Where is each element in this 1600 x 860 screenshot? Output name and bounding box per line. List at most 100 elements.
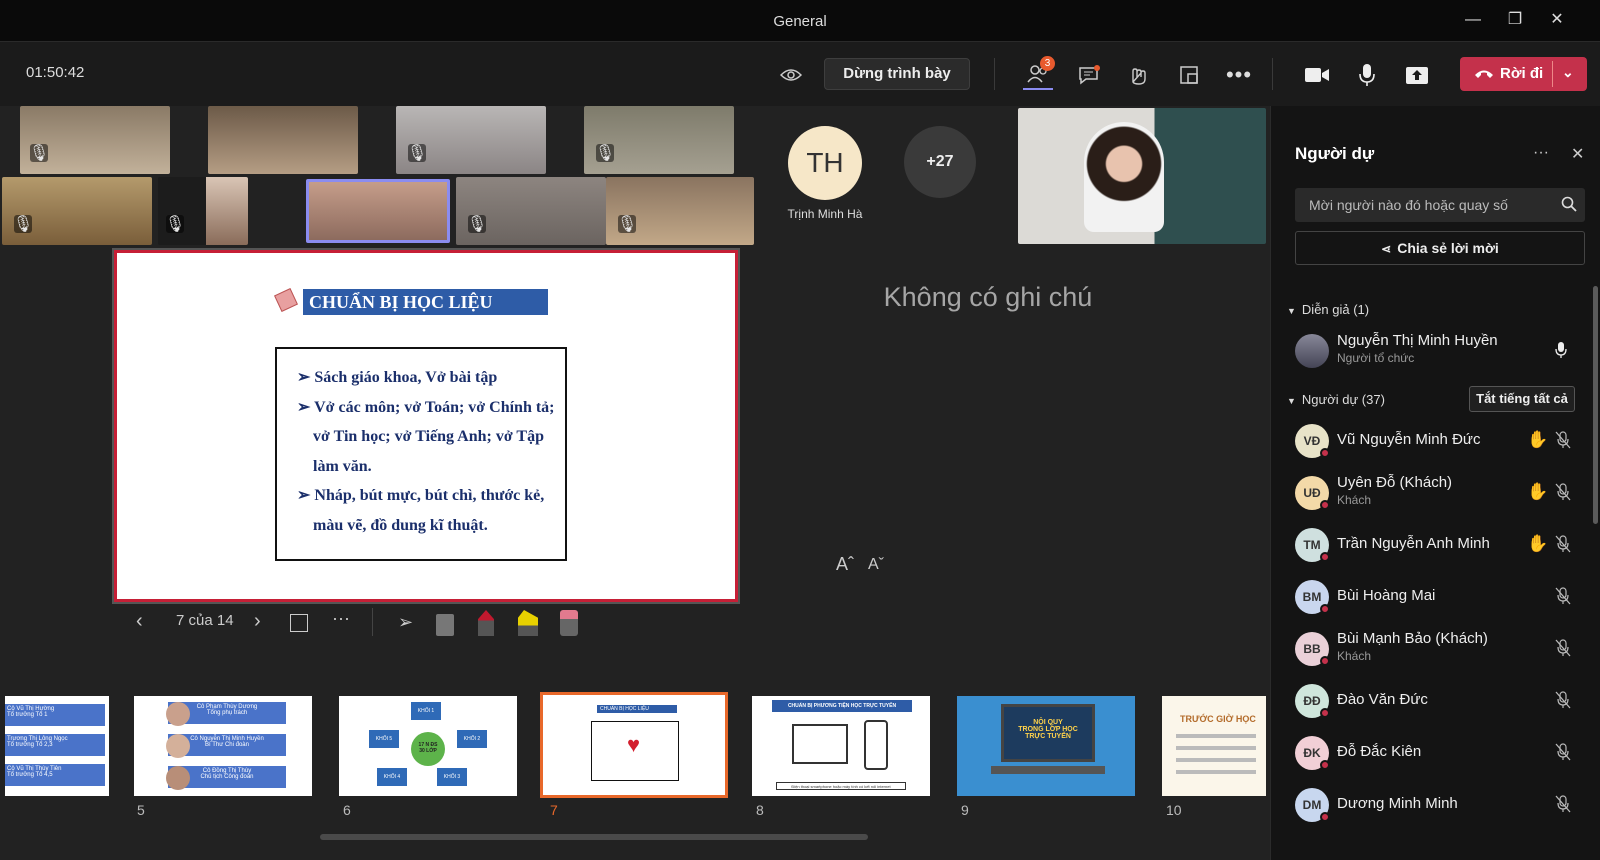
- slide-thumbnail[interactable]: Cô Vũ Thị Hường Tổ trưởng Tổ 1 Trương Thị…: [5, 696, 109, 796]
- previous-slide-icon[interactable]: ‹: [136, 610, 143, 633]
- share-invite-button[interactable]: ⋖ Chia sẻ lời mời: [1295, 231, 1585, 265]
- attendee-row[interactable]: ĐĐ Đào Văn Đức: [1295, 678, 1591, 724]
- slide-thumbnail[interactable]: Cô Phạm Thùy Dương Tổng phụ trách Cô Nguy…: [134, 696, 312, 796]
- attendee-row[interactable]: ĐK Đỗ Đắc Kiên: [1295, 730, 1591, 776]
- meeting-timer: 01:50:42: [26, 64, 85, 81]
- attendee-row[interactable]: DM Dương Minh Minh: [1295, 782, 1591, 828]
- highlighter-icon[interactable]: [518, 610, 538, 636]
- attendee-row[interactable]: UĐ Uyên Đỗ (Khách) Khách ✋: [1295, 470, 1591, 516]
- horizontal-scrollbar[interactable]: [320, 834, 868, 840]
- slide-thumbnail[interactable]: 17 N ĐS 30 LỚP KHỐI 1 KHỐI 2 KHỐI 3 KHỐI …: [339, 696, 517, 796]
- thumb-text: CHUẨN BỊ HỌC LIỆU: [597, 705, 677, 713]
- video-tile[interactable]: 🎙: [456, 177, 606, 245]
- status-dot: [1320, 552, 1330, 562]
- video-tile[interactable]: 🎙: [396, 106, 546, 174]
- mic-off-icon[interactable]: [1555, 535, 1571, 558]
- attendees-section-header[interactable]: ▼ Người dự (37): [1287, 392, 1385, 407]
- raised-hand-icon: ✋: [1527, 430, 1549, 449]
- slide-controls: ‹ 7 của 14 › ··· ➢: [114, 602, 738, 644]
- leave-button[interactable]: Rời đi ⌄: [1460, 57, 1587, 91]
- mic-off-icon: 🎙: [466, 215, 488, 233]
- status-dot: [1320, 448, 1330, 458]
- slide-thumbnail-current[interactable]: CHUẨN BỊ HỌC LIỆU ♥: [540, 692, 728, 798]
- next-slide-icon[interactable]: ›: [254, 610, 261, 633]
- close-window-button[interactable]: ✕: [1542, 8, 1572, 32]
- participant-name: Uyên Đỗ (Khách): [1337, 474, 1453, 491]
- slide-counter: 7 của 14: [176, 612, 234, 629]
- video-tile[interactable]: 🎙: [2, 177, 152, 245]
- mute-all-button[interactable]: Tắt tiếng tất cả: [1469, 386, 1575, 412]
- more-slide-options-icon[interactable]: ···: [332, 608, 350, 629]
- mic-off-icon[interactable]: [1555, 639, 1571, 662]
- stop-presenting-button[interactable]: Dừng trình bày: [824, 58, 970, 90]
- slide-thumbnail[interactable]: CHUẨN BỊ PHƯƠNG TIỆN HỌC TRỰC TUYẾN Điện…: [752, 696, 930, 796]
- mic-off-icon[interactable]: [1555, 431, 1571, 454]
- more-options-icon[interactable]: •••: [1224, 60, 1254, 90]
- slide-thumbnail-strip: Cô Vũ Thị Hường Tổ trưởng Tổ 1 Trương Thị…: [0, 686, 1270, 830]
- slide-number: 8: [756, 802, 764, 818]
- status-dot: [1320, 500, 1330, 510]
- mic-off-icon[interactable]: [1555, 795, 1571, 818]
- decrease-font-button[interactable]: Aˇ: [868, 556, 884, 574]
- slide-bullet-continuation: vở Tin học; vở Tiếng Anh; vở Tập: [313, 428, 544, 445]
- attendee-row[interactable]: BB Bùi Mạnh Bảo (Khách) Khách: [1295, 626, 1591, 672]
- laser-pointer-icon[interactable]: [560, 610, 578, 636]
- thumb-text: CHUẨN BỊ PHƯƠNG TIỆN HỌC TRỰC TUYẾN: [772, 700, 912, 712]
- panel-more-icon[interactable]: ···: [1533, 144, 1549, 162]
- share-screen-icon[interactable]: [1402, 60, 1432, 90]
- microphone-icon[interactable]: [1352, 60, 1382, 90]
- camera-icon[interactable]: [1302, 60, 1332, 90]
- video-tile-active-speaker[interactable]: [306, 179, 450, 243]
- eraser-icon[interactable]: [436, 614, 454, 636]
- share-icon: ⋖: [1381, 242, 1392, 256]
- pointer-icon[interactable]: ➢: [398, 612, 413, 633]
- participants-icon[interactable]: 3: [1023, 56, 1055, 90]
- mic-off-icon: 🎙: [12, 215, 34, 233]
- chat-icon[interactable]: [1074, 60, 1104, 90]
- presenter-row[interactable]: Nguyễn Thị Minh Huyền Người tổ chức: [1295, 328, 1591, 374]
- attendee-row[interactable]: BM Bùi Hoàng Mai: [1295, 574, 1591, 620]
- overflow-participants-button[interactable]: +27: [904, 126, 976, 198]
- raised-hand-icon: ✋: [1527, 534, 1549, 553]
- mic-off-icon[interactable]: [1555, 743, 1571, 766]
- avatar[interactable]: TH: [788, 126, 862, 200]
- leave-label: Rời đi: [1500, 65, 1544, 82]
- share-invite-label: Chia sẻ lời mời: [1397, 240, 1499, 256]
- video-tile[interactable]: 🎙: [606, 177, 754, 245]
- presenter-video[interactable]: [1018, 108, 1266, 244]
- participants-badge: 3: [1040, 56, 1055, 71]
- slide-bullet: ➢ Vở các môn; vở Toán; vở Chính tả;: [297, 398, 555, 416]
- video-tile[interactable]: 🎙: [158, 177, 248, 245]
- mic-off-icon[interactable]: [1555, 483, 1571, 506]
- thumb-text: KHỐI 2: [457, 730, 487, 748]
- microphone-icon[interactable]: [1555, 341, 1567, 364]
- minimize-button[interactable]: —: [1458, 8, 1488, 32]
- slide-grid-icon[interactable]: [290, 614, 308, 632]
- vertical-scrollbar[interactable]: [1593, 286, 1598, 524]
- slide-thumbnail[interactable]: TRƯỚC GIỜ HỌC: [1162, 696, 1266, 796]
- slide-bullet-continuation: màu vẽ, đồ dung kĩ thuật.: [313, 516, 488, 534]
- video-tile[interactable]: 🎙: [20, 106, 170, 174]
- video-tile[interactable]: [208, 106, 358, 174]
- attendee-row[interactable]: TM Trần Nguyễn Anh Minh ✋: [1295, 522, 1591, 568]
- presenters-section-header[interactable]: ▼ Diễn giả (1): [1287, 302, 1369, 317]
- mic-off-icon[interactable]: [1555, 587, 1571, 610]
- chevron-down-icon[interactable]: ⌄: [1562, 64, 1574, 81]
- red-pen-icon[interactable]: [478, 610, 494, 636]
- increase-font-button[interactable]: Aˆ: [836, 554, 854, 575]
- video-tile[interactable]: 🎙: [584, 106, 734, 174]
- eye-icon[interactable]: [776, 60, 806, 90]
- thumb-text: KHỐI 3: [437, 768, 467, 786]
- mic-off-icon[interactable]: [1555, 691, 1571, 714]
- divider: [994, 58, 995, 90]
- rooms-icon[interactable]: [1174, 60, 1204, 90]
- invite-input[interactable]: Mời người nào đó hoặc quay số: [1295, 188, 1585, 222]
- restore-button[interactable]: ❐: [1500, 8, 1530, 32]
- attendee-row[interactable]: VĐ Vũ Nguyễn Minh Đức ✋: [1295, 418, 1591, 464]
- search-icon[interactable]: [1561, 196, 1577, 217]
- close-icon[interactable]: ✕: [1571, 144, 1584, 164]
- speaker-notes: Không có ghi chú: [883, 282, 1093, 312]
- slide-thumbnail[interactable]: NỘI QUY TRONG LỚP HỌC TRỰC TUYẾN: [957, 696, 1135, 796]
- reactions-icon[interactable]: [1124, 60, 1154, 90]
- mic-off-icon: 🎙: [616, 215, 638, 233]
